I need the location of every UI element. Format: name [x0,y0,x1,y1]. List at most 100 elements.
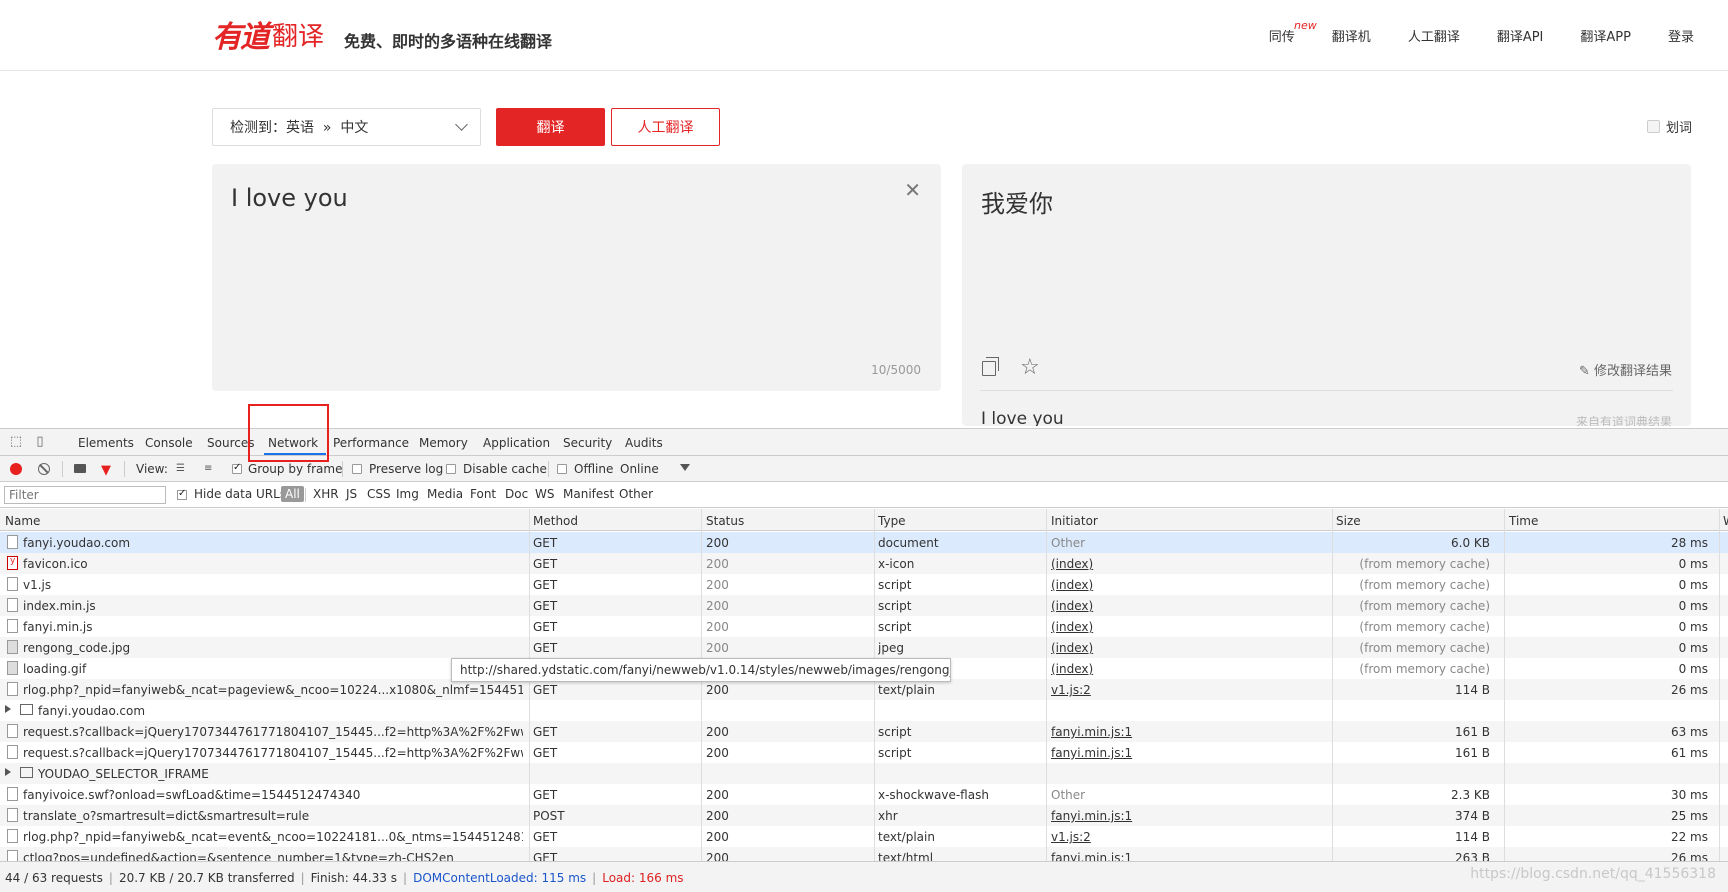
tab-security[interactable]: Security [563,436,612,450]
nav-human-translation[interactable]: 人工翻译 [1408,26,1460,45]
filter-type-xhr[interactable]: XHR [313,487,339,501]
tab-memory[interactable]: Memory [419,436,468,450]
huaci-toggle[interactable]: 划词 [1646,117,1692,136]
table-row[interactable]: favicon.ico GET 200 x-icon (index) (from memo… [0,553,1728,574]
filter-type-css[interactable]: CSS [367,487,391,501]
nav-tongchuan[interactable]: 同传 new [1269,19,1317,45]
col-size[interactable]: Size [1336,514,1361,528]
tab-application[interactable]: Application [483,436,550,450]
table-row[interactable]: index.min.js GET 200 script (index) (from mem… [0,595,1728,616]
waterfall-view-icon[interactable]: ≡ [204,463,218,474]
column-divider[interactable] [529,509,530,861]
frame-group-row[interactable]: fanyi.youdao.com [0,700,1728,721]
col-initiator[interactable]: Initiator [1051,514,1098,528]
column-divider[interactable] [1046,509,1047,861]
cell-name[interactable]: fanyi.min.js [23,620,523,634]
filter-type-media[interactable]: Media [427,487,463,501]
filter-type-other[interactable]: Other [619,487,653,501]
column-divider[interactable] [874,509,875,861]
cell-name[interactable]: fanyi.youdao.com [23,536,523,550]
col-type[interactable]: Type [878,514,906,528]
copy-icon[interactable] [982,357,999,376]
column-divider[interactable] [1719,509,1720,861]
table-row[interactable]: rlog.php?_npid=fanyiweb&_ncat=pageview&_… [0,679,1728,700]
nav-login[interactable]: 登录 [1668,26,1694,45]
cell-initiator[interactable]: v1.js:2 [1051,830,1321,844]
huaci-checkbox[interactable] [1646,120,1660,133]
col-method[interactable]: Method [533,514,578,528]
cell-name[interactable]: ctlog?pos=undefined&action=&sentence_num… [23,851,523,861]
table-row[interactable]: translate_o?smartresult=dict&smartresult… [0,805,1728,826]
filter-type-all[interactable]: All [281,486,304,502]
expand-arrow-icon[interactable] [5,705,11,713]
nav-translate-api[interactable]: 翻译API [1497,26,1544,45]
table-row[interactable]: ctlog?pos=undefined&action=&sentence_num… [0,847,1728,861]
filter-type-js[interactable]: JS [346,487,357,501]
tab-elements[interactable]: Elements [78,436,134,450]
col-status[interactable]: Status [706,514,744,528]
tab-console[interactable]: Console [145,436,193,450]
cell-name[interactable]: favicon.ico [23,557,523,571]
disable-cache-checkbox[interactable] [446,464,456,474]
col-name[interactable]: Name [5,514,40,528]
column-divider[interactable] [701,509,702,861]
device-toolbar-icon[interactable]: ▯ [33,435,47,449]
table-row[interactable]: fanyivoice.swf?onload=swfLoad&time=15445… [0,784,1728,805]
filter-type-img[interactable]: Img [396,487,419,501]
filter-type-font[interactable]: Font [470,487,496,501]
table-row[interactable]: v1.js GET 200 script (index) (from memory cac… [0,574,1728,595]
filter-type-ws[interactable]: WS [535,487,554,501]
column-divider[interactable] [1332,509,1333,861]
cell-initiator[interactable]: (index) [1051,620,1321,634]
table-row[interactable]: request.s?callback=jQuery170734476177180… [0,721,1728,742]
source-text-input[interactable]: I love you [231,184,348,212]
clear-icon[interactable]: ✕ [904,178,921,202]
list-view-icon[interactable]: ☰ [176,463,190,474]
language-select[interactable]: 检测到：英语 » 中文 [212,108,481,146]
screenshot-icon[interactable] [74,464,86,473]
cell-initiator[interactable]: (index) [1051,557,1321,571]
throttle-dropdown-icon[interactable] [680,464,690,471]
cell-initiator[interactable]: (index) [1051,662,1321,676]
expand-arrow-icon[interactable] [5,768,11,776]
cell-initiator[interactable]: fanyi.min.js:1 [1051,746,1321,760]
tab-audits[interactable]: Audits [625,436,663,450]
cell-name[interactable]: rlog.php?_npid=fanyiweb&_ncat=event&_nco… [23,830,523,844]
cell-initiator[interactable]: fanyi.min.js:1 [1051,851,1321,861]
inspect-element-icon[interactable]: ⬚ [9,435,23,449]
cell-initiator[interactable]: (index) [1051,578,1321,592]
cell-name[interactable]: fanyivoice.swf?onload=swfLoad&time=15445… [23,788,523,802]
table-row[interactable]: request.s?callback=jQuery170734476177180… [0,742,1728,763]
filter-type-doc[interactable]: Doc [505,487,528,501]
throttle-select[interactable]: Online [620,462,659,476]
filter-icon[interactable]: ▼ [101,463,111,478]
tab-network[interactable]: Network [268,436,318,450]
filter-input[interactable] [4,486,166,504]
cell-name[interactable]: translate_o?smartresult=dict&smartresult… [23,809,523,823]
edit-translation-link[interactable]: ✎ 修改翻译结果 [1579,360,1672,379]
cell-initiator[interactable]: (index) [1051,641,1321,655]
cell-initiator[interactable]: fanyi.min.js:1 [1051,809,1321,823]
table-row[interactable]: fanyi.min.js GET 200 script (index) (from mem… [0,616,1728,637]
frame-group-row[interactable]: YOUDAO_SELECTOR_IFRAME [0,763,1728,784]
cell-name[interactable]: index.min.js [23,599,523,613]
nav-translator-device[interactable]: 翻译机 [1332,26,1371,45]
table-row[interactable]: fanyi.youdao.com GET 200 document Other 6.0 K… [0,532,1728,553]
preserve-log-checkbox[interactable] [352,464,362,474]
group-by-frame-checkbox[interactable] [232,462,242,474]
table-row[interactable]: rlog.php?_npid=fanyiweb&_ncat=event&_nco… [0,826,1728,847]
filter-type-manifest[interactable]: Manifest [563,487,614,501]
cell-name[interactable]: loading.gif [23,662,523,676]
hide-data-urls-checkbox[interactable] [177,488,187,500]
cell-initiator[interactable]: fanyi.min.js:1 [1051,725,1321,739]
cell-initiator[interactable]: v1.js:2 [1051,683,1321,697]
col-waterfall[interactable]: W [1723,514,1728,528]
star-icon[interactable]: ☆ [1020,355,1040,380]
tab-performance[interactable]: Performance [333,436,409,450]
youdao-logo[interactable]: 有道 翻译 [212,16,324,55]
tab-sources[interactable]: Sources [207,436,254,450]
record-icon[interactable] [10,463,22,475]
clear-log-icon[interactable] [38,463,50,475]
cell-name[interactable]: request.s?callback=jQuery170734476177180… [23,725,523,739]
translate-button[interactable]: 翻译 [496,108,605,146]
